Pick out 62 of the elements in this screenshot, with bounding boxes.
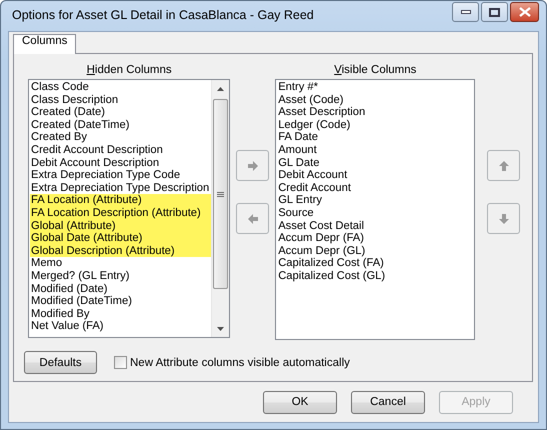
list-item[interactable]: GL Entry bbox=[277, 194, 324, 207]
list-item[interactable]: Merged? (GL Entry) bbox=[30, 270, 132, 282]
list-item[interactable]: FA Location Description (Attribute) bbox=[30, 206, 212, 220]
list-label: Hidden Columns bbox=[86, 63, 173, 78]
arrow-down-icon bbox=[498, 212, 510, 224]
list-item[interactable]: Asset Description bbox=[277, 106, 368, 119]
list-item[interactable]: Modified By bbox=[30, 308, 92, 320]
list-item[interactable]: Capitalized Cost (FA) bbox=[277, 257, 386, 270]
dialog-button[interactable]: Cancel bbox=[351, 390, 425, 414]
scroll-down-icon[interactable] bbox=[217, 326, 224, 330]
list-item[interactable]: FA Date bbox=[277, 131, 320, 144]
list-item[interactable]: Created (DateTime) bbox=[30, 118, 132, 132]
list-label: Visible Columns bbox=[333, 63, 418, 78]
list-item[interactable]: Memo bbox=[30, 257, 64, 270]
list-item[interactable]: Accum Depr (GL) bbox=[277, 244, 368, 258]
list-item[interactable]: Debit Account Description bbox=[30, 156, 162, 170]
list-item[interactable]: Net Value (FA) bbox=[30, 320, 106, 333]
checkbox-label[interactable]: New Attribute columns visible automatically bbox=[130, 356, 350, 368]
list-item[interactable]: Global (Attribute) bbox=[30, 220, 212, 232]
list-item[interactable]: Capitalized Cost (GL) bbox=[277, 270, 388, 282]
list-item[interactable]: GL Date bbox=[277, 156, 322, 170]
list-item[interactable]: Asset Cost Detail bbox=[277, 220, 366, 232]
list-item[interactable]: Modified (Date) bbox=[30, 282, 110, 296]
arrow-up-icon bbox=[498, 160, 510, 172]
tab[interactable]: Columns bbox=[13, 34, 76, 54]
maximize-icon bbox=[489, 8, 500, 16]
column-listbox[interactable] bbox=[28, 79, 230, 338]
list-item[interactable]: FA Location (Attribute) bbox=[30, 194, 212, 207]
arrow-right-icon bbox=[246, 160, 259, 172]
scroll-thumb[interactable] bbox=[213, 99, 228, 289]
grip-icon bbox=[217, 192, 224, 196]
arrow-left-icon bbox=[246, 212, 259, 224]
list-item[interactable]: Global Description (Attribute) bbox=[30, 244, 212, 258]
column-listbox[interactable] bbox=[275, 79, 476, 340]
minimize-icon bbox=[460, 10, 470, 14]
list-item[interactable]: Amount bbox=[277, 144, 319, 157]
close-icon bbox=[518, 7, 530, 17]
dialog-button[interactable]: OK bbox=[263, 390, 337, 414]
checkbox[interactable] bbox=[114, 356, 127, 369]
list-item[interactable]: Global Date (Attribute) bbox=[30, 232, 212, 245]
list-item[interactable]: Class Code bbox=[30, 81, 91, 94]
list-item[interactable]: Credit Account bbox=[277, 182, 353, 194]
list-item[interactable]: Entry #* bbox=[277, 81, 320, 94]
list-item[interactable]: Created (Date) bbox=[30, 106, 107, 119]
list-item[interactable]: Source bbox=[277, 206, 316, 220]
list-item[interactable]: Debit Account bbox=[277, 169, 350, 182]
maximize-button[interactable] bbox=[481, 2, 508, 22]
window-title: Options for Asset GL Detail in CasaBlanca - Gay Reed bbox=[11, 8, 314, 22]
defaults-button[interactable]: Defaults bbox=[24, 351, 97, 374]
list-item[interactable]: Ledger (Code) bbox=[277, 118, 352, 132]
minimize-button[interactable] bbox=[452, 2, 479, 22]
list-item[interactable]: Extra Depreciation Type Code bbox=[30, 169, 182, 182]
list-item[interactable]: Modified (DateTime) bbox=[30, 295, 134, 308]
close-button[interactable] bbox=[510, 2, 539, 22]
list-item[interactable]: Created By bbox=[30, 131, 89, 144]
scrollbar[interactable] bbox=[211, 80, 230, 337]
list-item[interactable]: Accum Depr (FA) bbox=[277, 232, 366, 245]
list-item[interactable]: Class Description bbox=[30, 94, 120, 106]
list-item[interactable]: Asset (Code) bbox=[277, 94, 346, 106]
list-item[interactable]: Extra Depreciation Type Description bbox=[30, 182, 212, 194]
list-item[interactable]: Credit Account Description bbox=[30, 144, 165, 157]
scroll-up-icon[interactable] bbox=[217, 86, 224, 90]
